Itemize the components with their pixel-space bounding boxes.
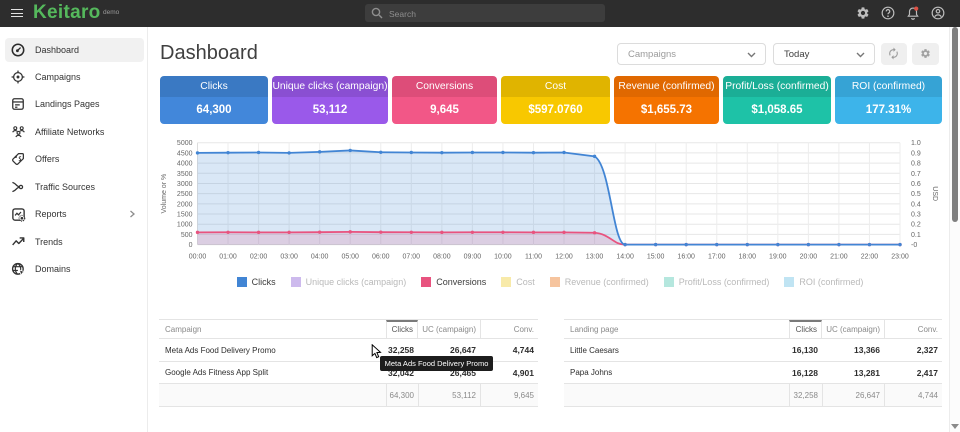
svg-text:0.7: 0.7 [911, 171, 921, 178]
svg-text:0.3: 0.3 [911, 212, 921, 219]
svg-text:14:00: 14:00 [616, 254, 634, 261]
svg-text:17:00: 17:00 [708, 254, 726, 261]
svg-text:4000: 4000 [177, 161, 193, 168]
svg-text:16:00: 16:00 [677, 254, 695, 261]
svg-text:1000: 1000 [177, 222, 193, 229]
svg-text:08:00: 08:00 [433, 254, 451, 261]
svg-text:0.9: 0.9 [911, 150, 921, 157]
svg-text:06:00: 06:00 [372, 254, 390, 261]
svg-text:-0: -0 [911, 242, 917, 249]
svg-text:500: 500 [181, 232, 193, 239]
svg-text:12:00: 12:00 [555, 254, 573, 261]
svg-text:19:00: 19:00 [769, 254, 787, 261]
svg-text:21:00: 21:00 [830, 254, 848, 261]
svg-text:02:00: 02:00 [250, 254, 268, 261]
svg-text:0.2: 0.2 [911, 222, 921, 229]
svg-text:Volume or %: Volume or % [161, 174, 168, 214]
svg-text:0.6: 0.6 [911, 181, 921, 188]
svg-text:1.0: 1.0 [911, 140, 921, 147]
svg-text:01:00: 01:00 [219, 254, 237, 261]
svg-text:18:00: 18:00 [739, 254, 757, 261]
svg-text:0.8: 0.8 [911, 161, 921, 168]
svg-text:22:00: 22:00 [861, 254, 879, 261]
svg-text:07:00: 07:00 [403, 254, 421, 261]
svg-text:03:00: 03:00 [280, 254, 298, 261]
svg-text:0: 0 [189, 242, 193, 249]
svg-text:USD: USD [931, 186, 938, 201]
svg-text:5000: 5000 [177, 140, 193, 147]
svg-text:1500: 1500 [177, 212, 193, 219]
svg-text:0.1: 0.1 [911, 232, 921, 239]
svg-text:13:00: 13:00 [586, 254, 604, 261]
svg-text:00:00: 00:00 [189, 254, 207, 261]
svg-text:15:00: 15:00 [647, 254, 665, 261]
svg-text:09:00: 09:00 [464, 254, 482, 261]
svg-text:0.4: 0.4 [911, 201, 921, 208]
svg-text:04:00: 04:00 [311, 254, 329, 261]
svg-text:4500: 4500 [177, 150, 193, 157]
svg-text:20:00: 20:00 [800, 254, 818, 261]
svg-text:2500: 2500 [177, 191, 193, 198]
svg-text:3500: 3500 [177, 171, 193, 178]
svg-text:10:00: 10:00 [494, 254, 512, 261]
svg-text:11:00: 11:00 [525, 254, 542, 261]
svg-text:0.5: 0.5 [911, 191, 921, 198]
svg-text:2000: 2000 [177, 201, 193, 208]
svg-text:23:00: 23:00 [891, 254, 909, 261]
svg-text:3000: 3000 [177, 181, 193, 188]
svg-text:05:00: 05:00 [341, 254, 359, 261]
